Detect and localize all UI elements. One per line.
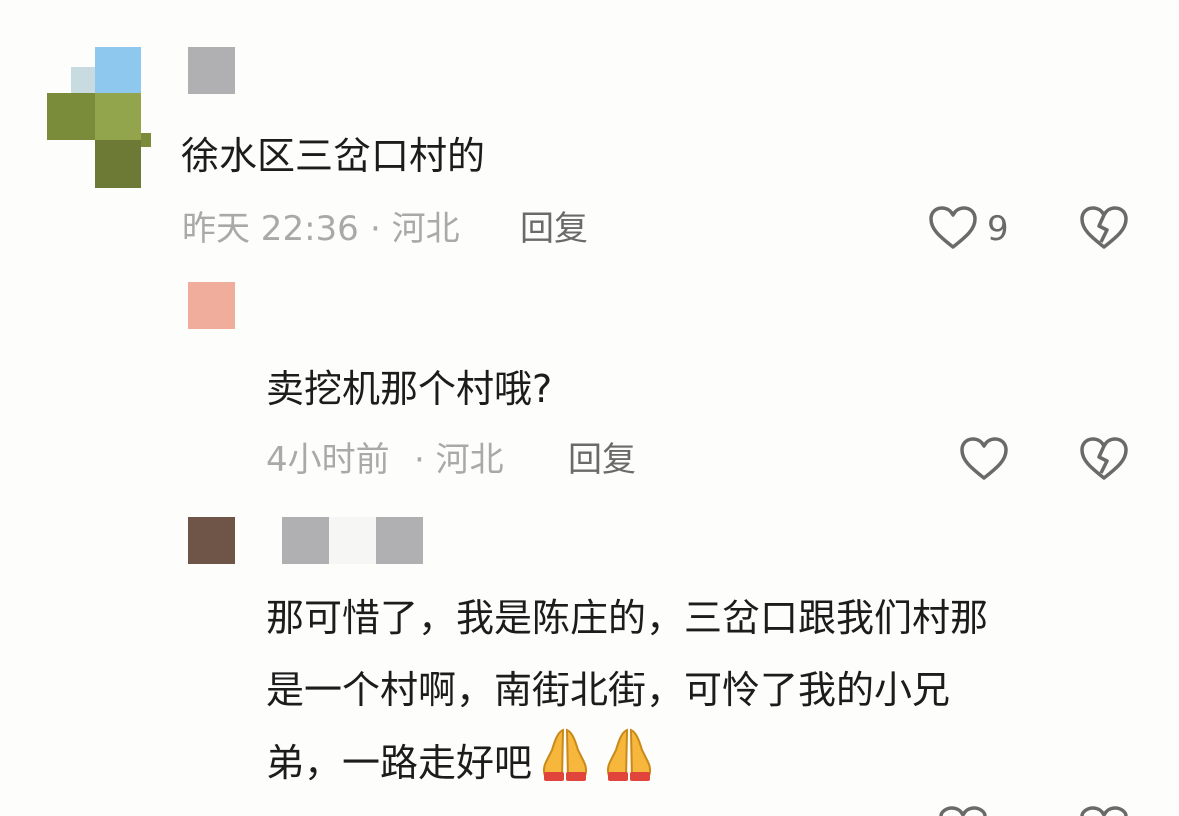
- heart-outline-icon[interactable]: [929, 206, 977, 250]
- avatar[interactable]: [188, 517, 235, 564]
- comment-text-line: 弟，一路走好吧: [266, 741, 533, 785]
- username[interactable]: [188, 47, 235, 94]
- comment-text-line: 那可惜了，我是陈庄的，三岔口跟我们村那: [266, 596, 989, 640]
- comment-location: · 河北: [370, 209, 460, 249]
- reply-button[interactable]: 回复: [568, 443, 636, 477]
- comment-text: 卖挖机那个村哦?: [266, 367, 553, 411]
- heart-outline-icon[interactable]: [960, 437, 1008, 481]
- folded-hands-emoji: [598, 726, 660, 805]
- avatar[interactable]: [188, 282, 235, 329]
- broken-heart-icon[interactable]: [1080, 437, 1128, 481]
- like-count: 9: [987, 209, 1009, 249]
- avatar[interactable]: [47, 47, 151, 188]
- folded-hands-emoji: [534, 726, 596, 805]
- reply-button[interactable]: 回复: [520, 212, 588, 246]
- username-separator: [329, 517, 376, 564]
- comment-text-line-last: 弟，一路走好吧: [266, 726, 1126, 805]
- comment-text: 徐水区三岔口村的: [181, 134, 486, 178]
- comment-time: 昨天 22:36: [182, 209, 359, 249]
- comment-text: 那可惜了，我是陈庄的，三岔口跟我们村那 是一个村啊，南街北街，可怜了我的小兄 弟…: [266, 582, 1126, 805]
- comment-time: 4小时前: [266, 440, 390, 480]
- broken-heart-icon[interactable]: [1080, 806, 1128, 816]
- broken-heart-icon[interactable]: [1080, 206, 1128, 250]
- comment-location: · 河北: [414, 440, 504, 480]
- reply-target-username[interactable]: [376, 517, 423, 564]
- heart-outline-icon[interactable]: [939, 806, 987, 816]
- username[interactable]: [282, 517, 329, 564]
- comment-text-line: 是一个村啊，南街北街，可怜了我的小兄: [266, 668, 951, 712]
